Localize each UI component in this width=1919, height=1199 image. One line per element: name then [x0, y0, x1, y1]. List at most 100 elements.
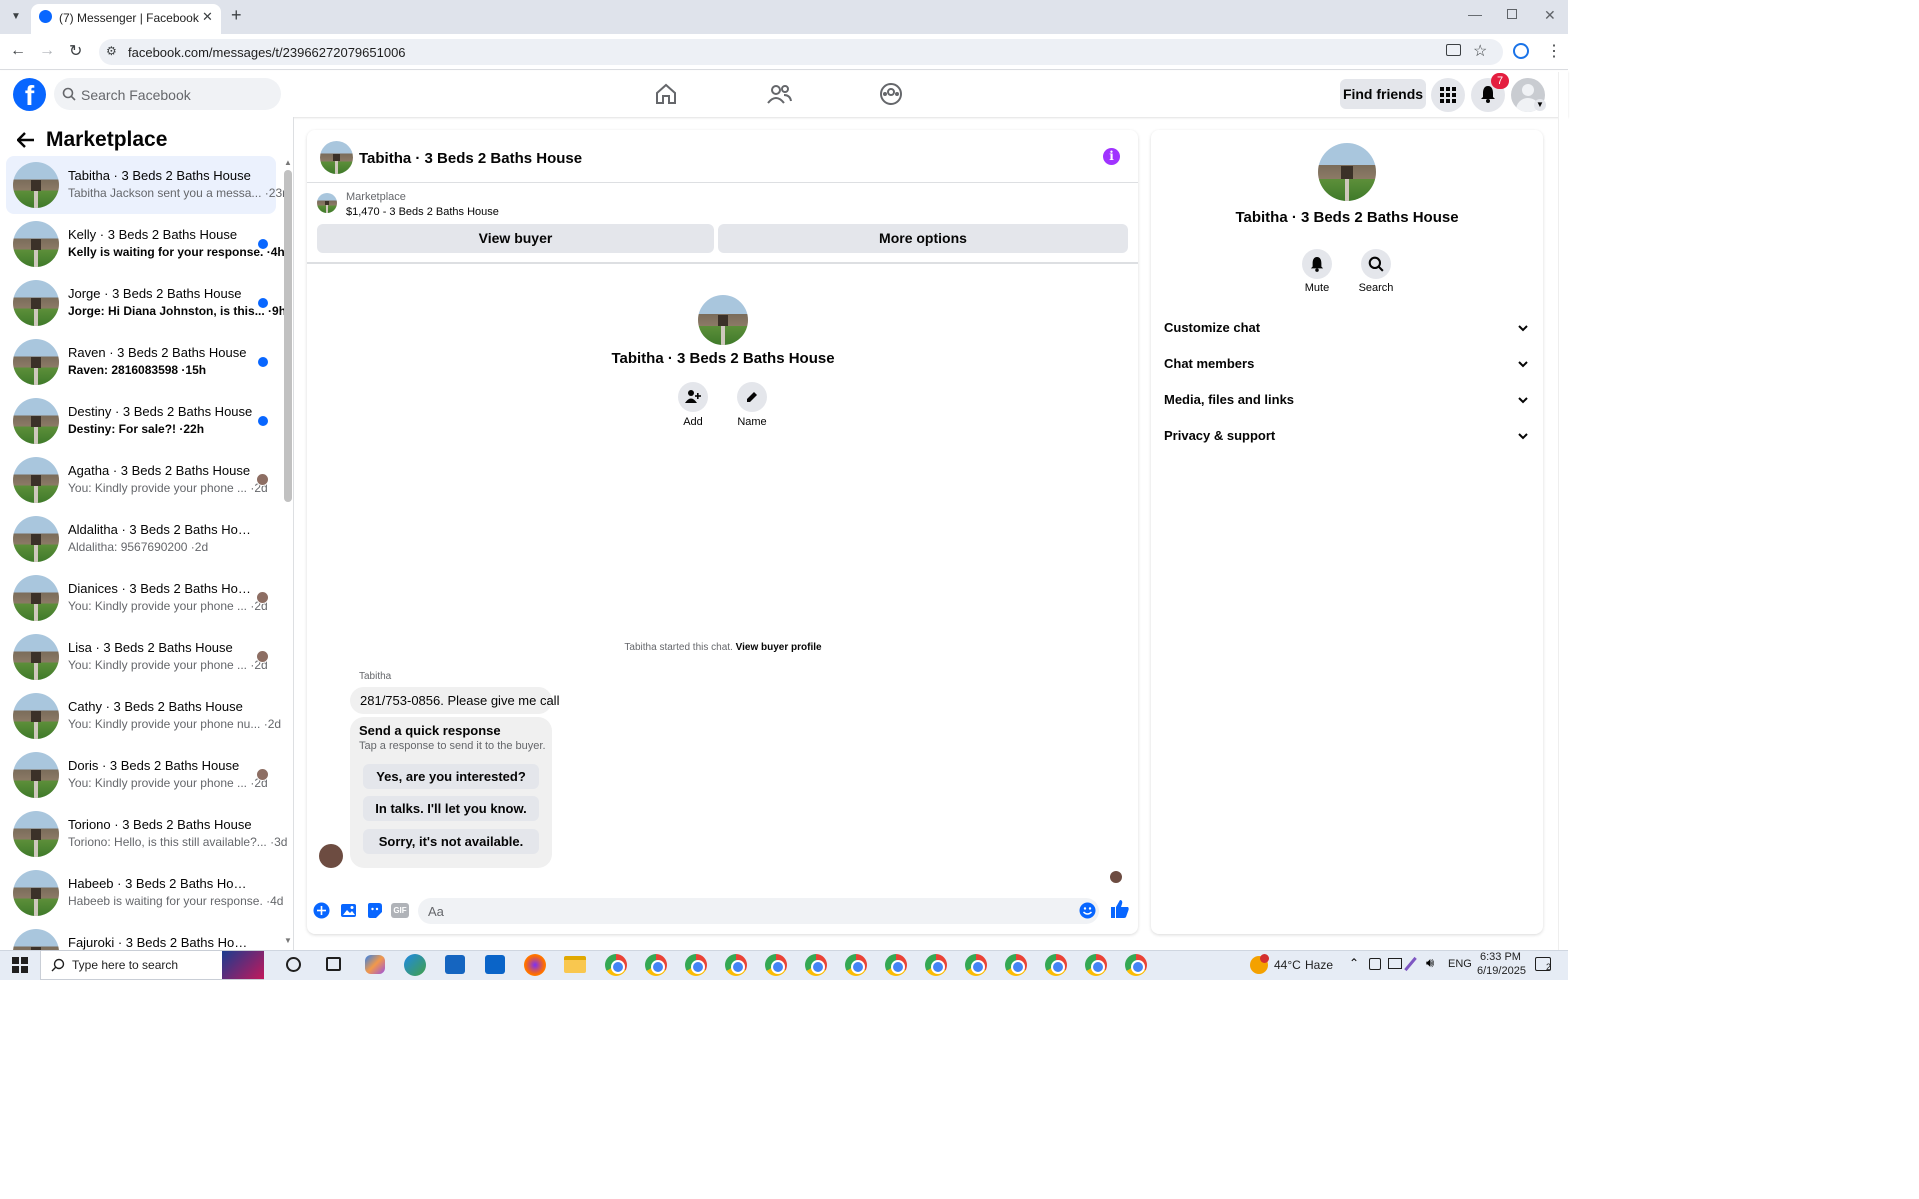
chat-title[interactable]: Tabitha · 3 Beds 2 Baths House	[359, 150, 582, 167]
file-explorer-icon[interactable]	[564, 956, 586, 973]
chat-list-item[interactable]: Habeeb · 3 Beds 2 Baths House Habeeb is w…	[6, 864, 283, 922]
listing-title[interactable]: $1,470 - 3 Beds 2 Baths House	[346, 206, 499, 218]
chat-list-item[interactable]: Dianices · 3 Beds 2 Baths House You: Kind…	[6, 569, 276, 627]
quick-response-in-talks[interactable]: In talks. I'll let you know.	[363, 796, 539, 821]
site-settings-icon[interactable]: ⚙	[106, 44, 117, 58]
clock-time[interactable]: 6:33 PM	[1480, 951, 1521, 963]
chat-list-item[interactable]: Doris · 3 Beds 2 Baths House You: Kindly …	[6, 746, 276, 804]
close-tab-icon[interactable]: ✕	[202, 9, 213, 25]
outlook-icon[interactable]	[485, 955, 505, 974]
bookmark-star-icon[interactable]: ☆	[1473, 41, 1487, 61]
chat-list-item[interactable]: Tabitha · 3 Beds 2 Baths House Tabitha Ja…	[6, 156, 292, 214]
chrome-icon[interactable]	[765, 954, 787, 976]
network-icon[interactable]	[1388, 958, 1402, 969]
chrome-icon[interactable]	[845, 954, 867, 976]
url-text[interactable]: facebook.com/messages/t/2396627207965100…	[128, 45, 406, 60]
install-app-icon[interactable]	[1446, 44, 1461, 56]
back-icon[interactable]: ←	[10, 42, 26, 60]
clock-date[interactable]: 6/19/2025	[1477, 965, 1526, 977]
chrome-icon[interactable]	[605, 954, 627, 976]
chevron-down-icon[interactable]	[1517, 358, 1529, 370]
chrome-icon[interactable]	[645, 954, 667, 976]
chrome-icon[interactable]	[1045, 954, 1067, 976]
gif-icon[interactable]: GIF	[391, 903, 409, 918]
media-files-links-section[interactable]: Media, files and links	[1164, 392, 1294, 407]
message-input[interactable]	[418, 898, 1099, 924]
chrome-icon[interactable]	[685, 954, 707, 976]
volume-icon[interactable]: 🔊︎	[1426, 955, 1434, 971]
facebook-logo-icon[interactable]: f	[13, 78, 46, 111]
chat-list-item[interactable]: Toriono · 3 Beds 2 Baths House Toriono: H…	[6, 805, 287, 863]
cortana-icon[interactable]	[286, 957, 301, 972]
chat-list-item[interactable]: Jorge · 3 Beds 2 Baths House Jorge: Hi Di…	[6, 274, 286, 332]
chat-list-item[interactable]: Kelly · 3 Beds 2 Baths House Kelly is wai…	[6, 215, 285, 273]
groups-icon[interactable]	[878, 83, 904, 105]
thumbs-up-icon[interactable]	[1110, 899, 1130, 919]
tab-title: (7) Messenger | Facebook	[59, 11, 199, 25]
search-highlight-icon[interactable]	[222, 951, 264, 979]
chat-list-item[interactable]: Agatha · 3 Beds 2 Baths House You: Kindly…	[6, 451, 276, 509]
chrome-icon[interactable]	[885, 954, 907, 976]
find-friends-button[interactable]: Find friends	[1340, 79, 1426, 109]
chat-list-item[interactable]: Destiny · 3 Beds 2 Baths House Destiny: F…	[6, 392, 276, 450]
customize-chat-section[interactable]: Customize chat	[1164, 320, 1260, 335]
chrome-icon[interactable]	[1005, 954, 1027, 976]
chat-members-section[interactable]: Chat members	[1164, 356, 1254, 371]
plus-circle-icon[interactable]	[313, 902, 330, 919]
chevron-down-icon[interactable]	[1517, 394, 1529, 406]
edge-icon[interactable]	[404, 954, 426, 976]
photo-icon[interactable]	[340, 902, 357, 919]
emoji-icon[interactable]	[1079, 902, 1096, 919]
chevron-down-icon[interactable]	[1517, 322, 1529, 334]
restore-button[interactable]	[1507, 9, 1517, 19]
chrome-icon[interactable]	[965, 954, 987, 976]
quick-response-yes[interactable]: Yes, are you interested?	[363, 764, 539, 789]
chrome-icon[interactable]	[725, 954, 747, 976]
firefox-icon[interactable]	[524, 954, 546, 976]
quick-response-not-available[interactable]: Sorry, it's not available.	[363, 829, 539, 854]
chevron-down-icon[interactable]	[1517, 430, 1529, 442]
info-icon[interactable]: i	[1103, 148, 1120, 165]
friends-icon[interactable]	[766, 83, 792, 105]
chat-list-item[interactable]: Cathy · 3 Beds 2 Baths House You: Kindly …	[6, 687, 281, 745]
listing-thumbnail[interactable]	[317, 193, 337, 213]
message-bubble[interactable]: 281/753-0856. Please give me call	[350, 687, 559, 714]
details-avatar[interactable]	[1318, 143, 1376, 201]
task-view-icon[interactable]	[326, 957, 341, 971]
privacy-support-section[interactable]: Privacy & support	[1164, 428, 1275, 443]
chat-list-item[interactable]: Raven · 3 Beds 2 Baths House Raven: 28160…	[6, 333, 276, 391]
copilot-icon[interactable]	[365, 955, 385, 974]
chrome-icon[interactable]	[925, 954, 947, 976]
tab-search-button[interactable]: ▼	[6, 7, 26, 27]
view-buyer-button[interactable]: View buyer	[317, 224, 714, 253]
chat-list-item[interactable]: Lisa · 3 Beds 2 Baths House You: Kindly p…	[6, 628, 276, 686]
page-scrollbar[interactable]	[1558, 72, 1568, 950]
reload-icon[interactable]: ↻	[69, 41, 82, 61]
tray-chevron-icon[interactable]: ⌃	[1349, 956, 1359, 970]
close-window-button[interactable]: ✕	[1544, 7, 1556, 24]
new-tab-button[interactable]: +	[231, 5, 242, 26]
view-buyer-profile-link[interactable]: View buyer profile	[736, 642, 822, 653]
more-options-button[interactable]: More options	[718, 224, 1128, 253]
sender-avatar[interactable]	[319, 844, 343, 868]
chrome-icon[interactable]	[1125, 954, 1147, 976]
minimize-button[interactable]: —	[1468, 6, 1482, 22]
store-icon[interactable]	[445, 955, 465, 974]
chrome-icon[interactable]	[1085, 954, 1107, 976]
chat-list-item[interactable]: Aldalitha · 3 Beds 2 Baths House Aldalith…	[6, 510, 276, 568]
language-indicator[interactable]: ENG	[1448, 958, 1472, 970]
scroll-down-arrow[interactable]: ▼	[284, 936, 292, 945]
chrome-icon[interactable]	[805, 954, 827, 976]
home-icon[interactable]	[653, 83, 679, 105]
conversation-avatar[interactable]	[698, 295, 748, 345]
windows-start-icon[interactable]	[12, 957, 28, 973]
back-arrow-icon[interactable]	[17, 132, 35, 148]
browser-menu-icon[interactable]: ⋮	[1546, 41, 1562, 61]
meet-now-icon[interactable]	[1369, 958, 1381, 970]
sidebar-scrollbar[interactable]	[284, 170, 292, 502]
profile-icon[interactable]	[1513, 43, 1529, 59]
scroll-up-arrow[interactable]: ▲	[284, 158, 292, 167]
sticker-icon[interactable]	[366, 902, 383, 919]
forward-icon[interactable]: →	[39, 42, 55, 60]
chat-header-avatar[interactable]	[320, 141, 353, 174]
